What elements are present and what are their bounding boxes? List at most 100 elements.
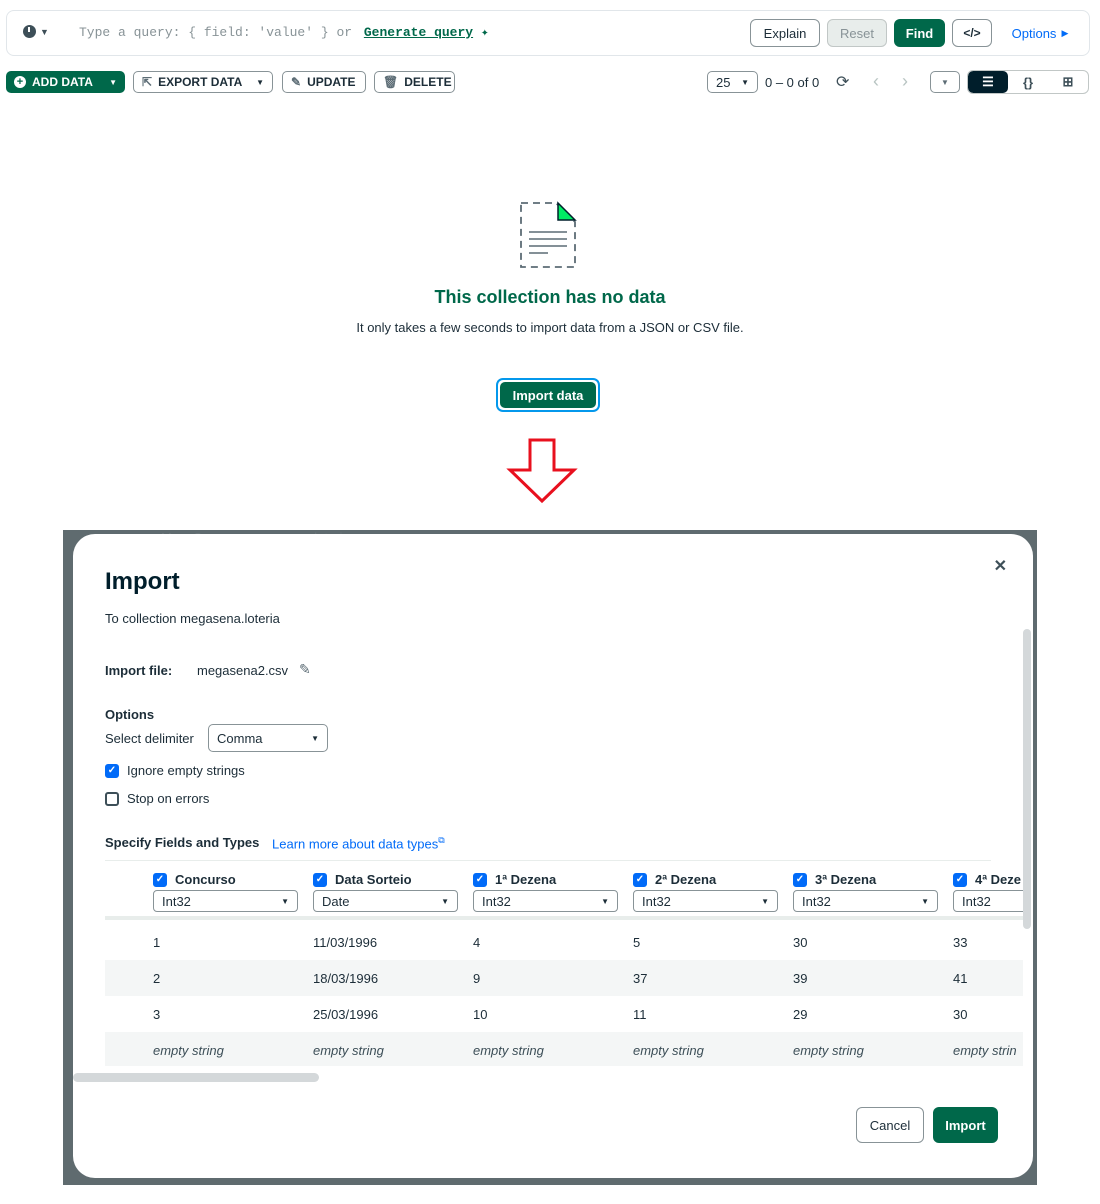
import-button[interactable]: Import xyxy=(933,1107,998,1143)
add-data-button[interactable]: + ADD DATA ▼ xyxy=(6,71,125,93)
table-cell: empty string xyxy=(313,1043,384,1058)
column-type-select[interactable]: Int32 ▼ xyxy=(793,890,938,912)
checkbox-checked-icon: ✓ xyxy=(153,872,167,887)
column-name: 1ª Dezena xyxy=(495,872,557,887)
ignore-empty-label: Ignore empty strings xyxy=(127,763,245,778)
cancel-button[interactable]: Cancel xyxy=(856,1107,924,1143)
checkbox-checked-icon: ✓ xyxy=(473,872,487,887)
column-toggle[interactable]: ✓ 3ª Dezena xyxy=(793,872,876,887)
table-cell: 5 xyxy=(633,935,641,950)
table-view-icon[interactable]: ⊞ xyxy=(1048,71,1088,93)
checkbox-checked-icon: ✓ xyxy=(313,872,327,887)
table-cell: 37 xyxy=(633,971,648,986)
ignore-empty-checkbox[interactable]: ✓ Ignore empty strings xyxy=(105,763,245,778)
page-size-select[interactable]: 25 ▼ xyxy=(707,71,758,93)
table-cell: 1 xyxy=(153,935,161,950)
table-row: 2 18/03/1996 9 37 39 41 xyxy=(105,960,1023,996)
column-name: Concurso xyxy=(175,872,236,887)
delimiter-value: Comma xyxy=(217,730,263,746)
view-switcher: ☰ {} ⊞ xyxy=(967,70,1089,94)
table-row: 1 11/03/1996 4 5 30 33 xyxy=(105,924,1023,960)
generate-query-link[interactable]: Generate query xyxy=(364,25,473,40)
refresh-icon[interactable]: ⟳ xyxy=(836,72,849,92)
column-name: 2ª Dezena xyxy=(655,872,717,887)
table-cell: 11/03/1996 xyxy=(313,935,378,950)
table-cell: 4 xyxy=(473,935,481,950)
table-cell: 39 xyxy=(793,971,808,986)
column-toggle[interactable]: ✓ Concurso xyxy=(153,872,236,887)
empty-state-description: It only takes a few seconds to import da… xyxy=(356,320,744,335)
modal-subtitle: To collection megasena.loteria xyxy=(105,611,280,626)
stop-on-errors-label: Stop on errors xyxy=(127,791,210,806)
trash-icon: 🗑 xyxy=(383,75,399,89)
table-cell: empty string xyxy=(153,1043,224,1058)
specify-fields-heading: Specify Fields and Types xyxy=(105,835,260,850)
plus-icon: + xyxy=(14,76,26,88)
column-type-select[interactable]: Int32 ▼ xyxy=(153,890,298,912)
document-icon xyxy=(520,201,577,268)
edit-file-icon[interactable]: ✎ xyxy=(299,661,311,678)
import-data-label: Import data xyxy=(500,382,596,408)
previous-page-icon[interactable]: ‹ xyxy=(873,71,879,92)
caret-right-icon: ▶ xyxy=(1061,27,1069,38)
query-history-button[interactable]: ▼ xyxy=(23,25,49,38)
more-options-dropdown[interactable]: ▼ xyxy=(930,71,960,93)
update-button[interactable]: ✎ UPDATE xyxy=(282,71,366,93)
fields-table: ✓ Concurso Int32 ▼ ✓ Data Sorteio Date ▼ ✓ 1ª… xyxy=(105,868,1023,1066)
chevron-down-icon: ▼ xyxy=(109,77,117,87)
chevron-down-icon: ▼ xyxy=(256,77,264,87)
column-type-select[interactable]: Date ▼ xyxy=(313,890,458,912)
column-name: 3ª Dezena xyxy=(815,872,877,887)
json-view-icon[interactable]: {} xyxy=(1008,71,1048,93)
column-toggle[interactable]: ✓ 2ª Dezena xyxy=(633,872,716,887)
column-type-select[interactable]: Int32 ▼ xyxy=(633,890,778,912)
delete-label: DELETE xyxy=(404,75,452,89)
checkbox-checked-icon: ✓ xyxy=(633,872,647,887)
table-cell: 30 xyxy=(953,1007,968,1022)
column-type-value: Int32 xyxy=(482,893,511,909)
column-toggle[interactable]: ✓ 4ª Deze xyxy=(953,872,1021,887)
options-heading: Options xyxy=(105,707,155,722)
table-cell: 33 xyxy=(953,935,968,950)
column-type-select[interactable]: Int32 ▼ xyxy=(473,890,618,912)
table-cell: empty string xyxy=(793,1043,864,1058)
horizontal-scrollbar[interactable] xyxy=(73,1073,319,1082)
chevron-down-icon: ▼ xyxy=(281,896,289,906)
checkbox-unchecked-icon xyxy=(105,791,119,806)
learn-more-link[interactable]: Learn more about data types⧉ xyxy=(272,835,445,851)
checkbox-checked-icon: ✓ xyxy=(953,872,967,887)
table-cell: 25/03/1996 xyxy=(313,1007,379,1022)
code-icon[interactable]: </> xyxy=(952,19,992,47)
stop-on-errors-checkbox[interactable]: Stop on errors xyxy=(105,791,209,806)
explain-button[interactable]: Explain xyxy=(750,19,820,47)
empty-state-title: This collection has no data xyxy=(434,287,666,307)
export-icon: ⇱ xyxy=(142,75,153,89)
import-data-button[interactable]: Import data xyxy=(496,378,600,412)
vertical-scrollbar[interactable] xyxy=(1023,629,1031,929)
find-button[interactable]: Find xyxy=(894,19,945,47)
learn-more-label: Learn more about data types xyxy=(272,836,439,852)
import-modal: ✕ Import To collection megasena.loteria … xyxy=(73,534,1033,1178)
modal-title: Import xyxy=(105,568,180,595)
delete-button[interactable]: 🗑 DELETE xyxy=(374,71,455,93)
next-page-icon[interactable]: › xyxy=(902,71,908,92)
list-view-icon[interactable]: ☰ xyxy=(968,71,1008,93)
table-cell: 10 xyxy=(473,1007,488,1022)
reset-button[interactable]: Reset xyxy=(827,19,887,47)
table-row: 3 25/03/1996 10 11 29 30 xyxy=(105,996,1023,1032)
delimiter-label: Select delimiter xyxy=(105,731,194,746)
query-input[interactable]: Type a query: { field: 'value' } or Gene… xyxy=(79,25,489,40)
options-toggle[interactable]: Options ▶ xyxy=(1005,19,1075,47)
column-type-value: Date xyxy=(322,893,350,909)
close-icon[interactable]: ✕ xyxy=(994,556,1007,576)
column-type-select[interactable]: Int32 xyxy=(953,890,1023,912)
export-data-button[interactable]: ⇱ EXPORT DATA ▼ xyxy=(133,71,273,93)
table-cell: 3 xyxy=(153,1007,161,1022)
delimiter-select[interactable]: Comma ▼ xyxy=(208,724,328,752)
chevron-down-icon: ▼ xyxy=(601,896,609,906)
column-toggle[interactable]: ✓ 1ª Dezena xyxy=(473,872,556,887)
sparkle-icon: ✦ xyxy=(480,25,489,40)
column-toggle[interactable]: ✓ Data Sorteio xyxy=(313,872,412,887)
fields-table-header: ✓ Concurso Int32 ▼ ✓ Data Sorteio Date ▼ ✓ 1ª… xyxy=(105,868,1023,920)
page-size-value: 25 xyxy=(716,74,731,90)
